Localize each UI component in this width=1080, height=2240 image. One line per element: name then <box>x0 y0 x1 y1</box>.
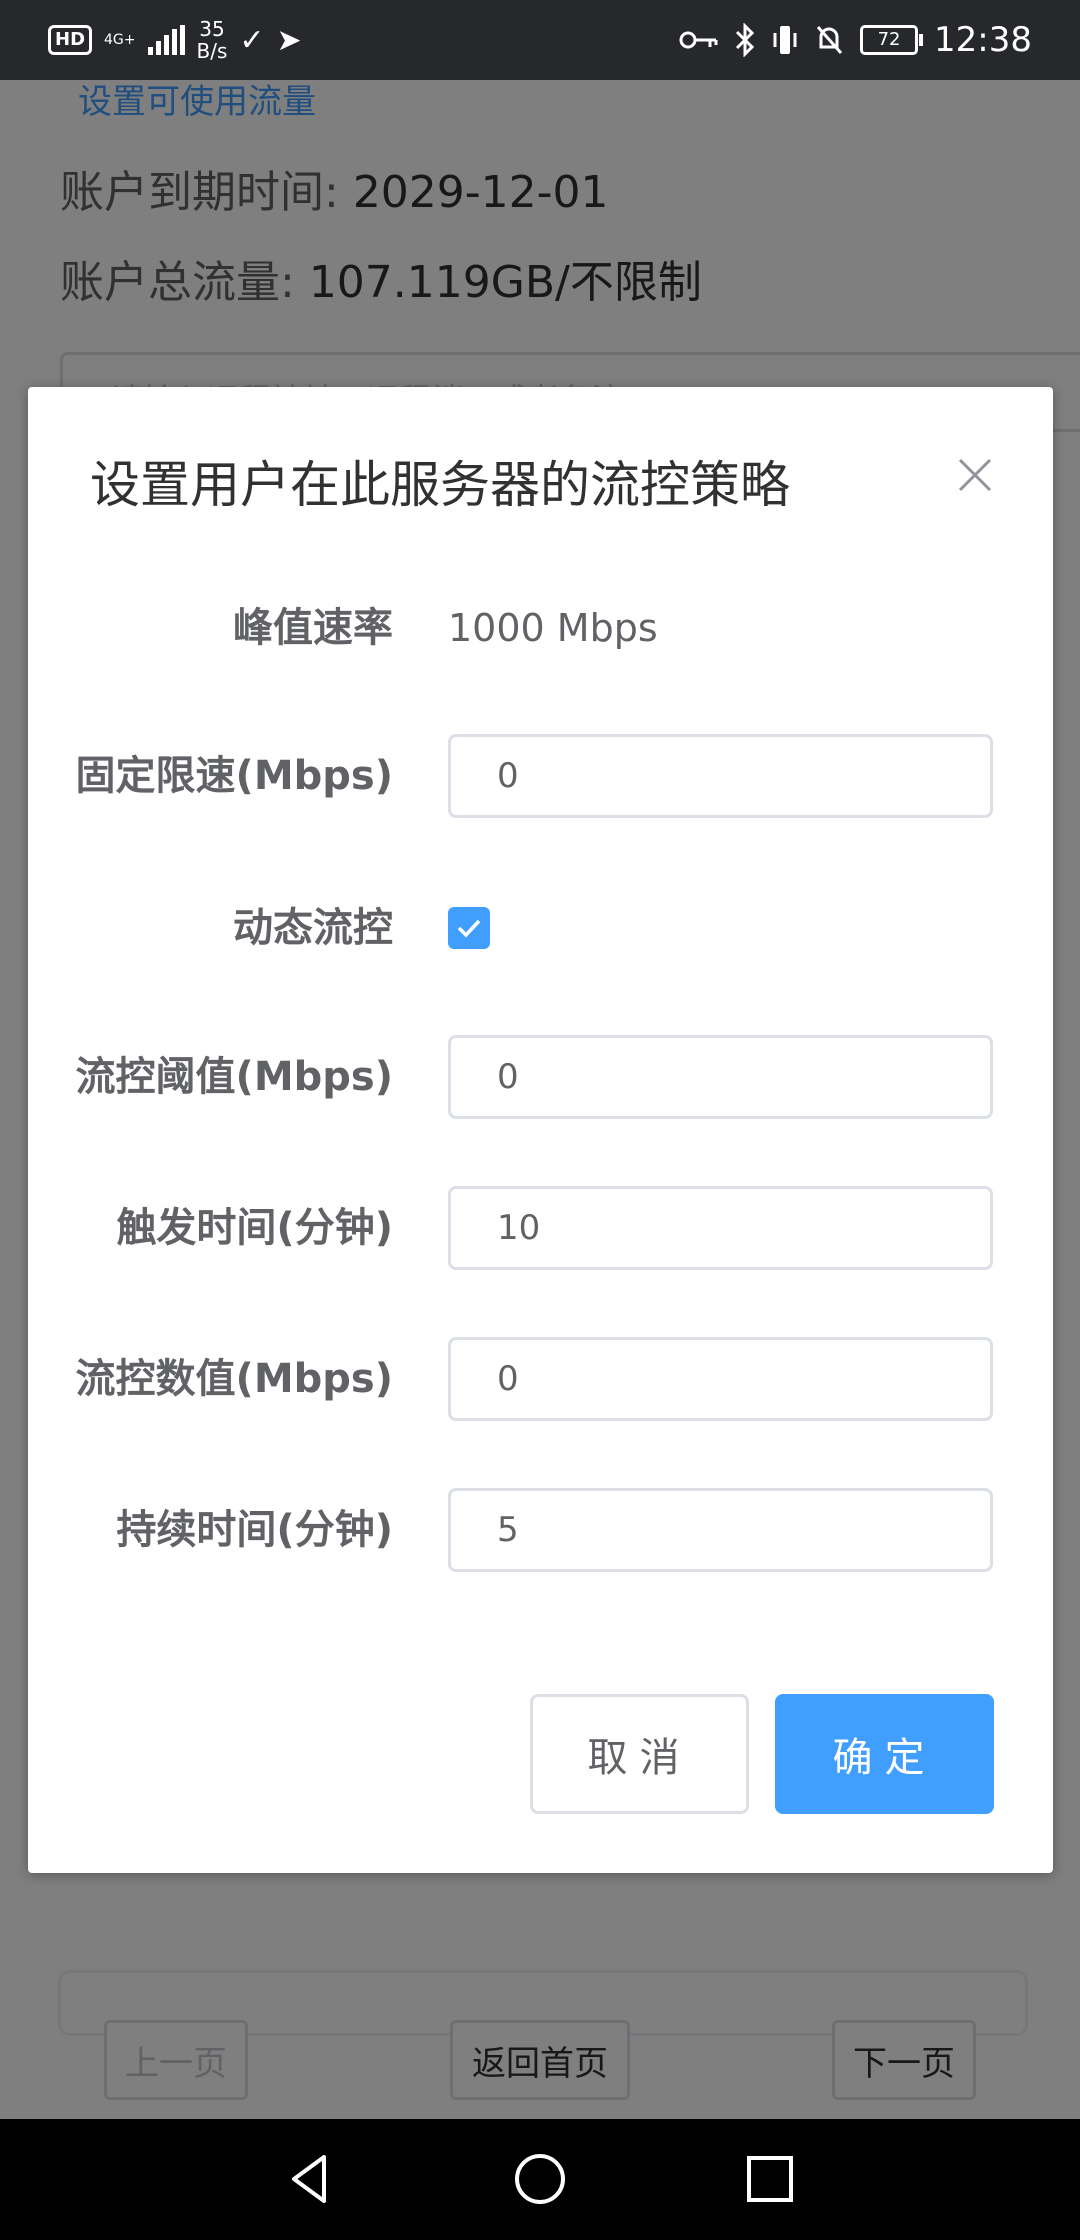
status-right: 72 12:38 <box>678 16 1032 64</box>
peak-rate-value: 1000 Mbps <box>448 606 658 650</box>
control-value-input[interactable] <box>448 1337 993 1421</box>
vpn-icon: ✓ <box>239 22 265 58</box>
control-value-row: 流控数值(Mbps) <box>28 1337 1053 1421</box>
telegram-icon: ➤ <box>276 22 302 58</box>
key-icon <box>679 31 718 49</box>
flow-control-dialog: 设置用户在此服务器的流控策略 峰值速率 1000 Mbps 固定限速(Mbps)… <box>28 387 1053 1873</box>
peak-rate-row: 峰值速率 1000 Mbps <box>28 586 1053 670</box>
trigger-time-input[interactable] <box>448 1186 993 1270</box>
duration-row: 持续时间(分钟) <box>28 1488 1053 1572</box>
duration-input[interactable] <box>448 1488 993 1572</box>
duration-label: 持续时间(分钟) <box>116 1507 393 1553</box>
dynamic-control-label: 动态流控 <box>233 905 393 951</box>
network-type: 4G+ <box>104 32 136 48</box>
threshold-row: 流控阈值(Mbps) <box>28 1035 1053 1119</box>
confirm-button[interactable]: 确定 <box>775 1694 994 1814</box>
bluetooth-icon <box>735 23 755 57</box>
threshold-input[interactable] <box>448 1035 993 1119</box>
speed-value: 35 <box>199 17 225 41</box>
cancel-button[interactable]: 取消 <box>530 1694 749 1814</box>
dynamic-control-row: 动态流控 <box>28 886 1053 970</box>
check-icon <box>457 919 481 938</box>
network-speed: 35 B/s <box>197 18 228 62</box>
back-icon[interactable] <box>280 2149 340 2209</box>
trigger-time-row: 触发时间(分钟) <box>28 1186 1053 1270</box>
mute-bell-icon <box>816 26 843 54</box>
vibrate-icon <box>773 26 797 54</box>
signal-icon <box>147 25 185 55</box>
dialog-title: 设置用户在此服务器的流控策略 <box>90 456 790 514</box>
fixed-limit-row: 固定限速(Mbps) <box>28 734 1053 818</box>
dynamic-control-checkbox[interactable] <box>448 907 490 949</box>
navigation-bar <box>0 2119 1080 2240</box>
close-icon[interactable] <box>957 457 993 493</box>
peak-rate-label: 峰值速率 <box>233 605 393 651</box>
recents-icon[interactable] <box>740 2149 800 2209</box>
fixed-limit-label: 固定限速(Mbps) <box>75 753 393 799</box>
fixed-limit-input[interactable] <box>448 734 993 818</box>
home-icon[interactable] <box>510 2149 570 2209</box>
hd-badge: HD <box>48 25 93 55</box>
status-bar: HD 4G+ 35 B/s ✓ ➤ 72 12:38 <box>0 0 1080 80</box>
speed-unit: B/s <box>196 39 228 63</box>
status-left: HD 4G+ 35 B/s ✓ ➤ <box>48 16 302 64</box>
battery-icon: 72 <box>860 25 924 55</box>
trigger-time-label: 触发时间(分钟) <box>116 1205 393 1251</box>
control-value-label: 流控数值(Mbps) <box>75 1356 393 1402</box>
clock: 12:38 <box>934 20 1032 60</box>
threshold-label: 流控阈值(Mbps) <box>75 1054 393 1100</box>
